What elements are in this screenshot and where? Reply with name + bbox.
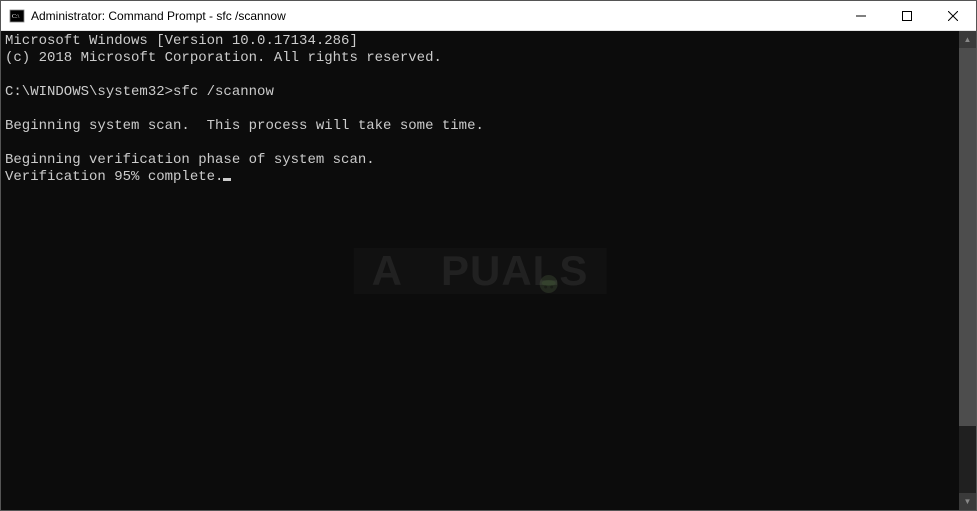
scroll-down-arrow[interactable]: ▼ (959, 493, 976, 510)
window-title: Administrator: Command Prompt - sfc /sca… (31, 9, 286, 23)
terminal-output[interactable]: Microsoft Windows [Version 10.0.17134.28… (1, 31, 959, 510)
line-begin-scan: Beginning system scan. This process will… (5, 118, 484, 134)
vertical-scrollbar[interactable]: ▲ ▼ (959, 31, 976, 510)
line-copyright: (c) 2018 Microsoft Corporation. All righ… (5, 50, 442, 66)
svg-text:C:\: C:\ (12, 14, 20, 20)
minimize-button[interactable] (838, 1, 884, 30)
scroll-thumb[interactable] (959, 48, 976, 426)
maximize-button[interactable] (884, 1, 930, 30)
close-button[interactable] (930, 1, 976, 30)
terminal-area: Microsoft Windows [Version 10.0.17134.28… (1, 31, 976, 510)
watermark-text-right: PUALS (441, 262, 588, 279)
line-verify-pct: Verification 95% complete. (5, 169, 223, 185)
watermark: A PUALS (354, 248, 607, 294)
line-version: Microsoft Windows [Version 10.0.17134.28… (5, 33, 358, 49)
watermark-text-left: A (372, 262, 403, 279)
cmd-window: C:\ Administrator: Command Prompt - sfc … (0, 0, 977, 511)
terminal-cursor (223, 178, 231, 181)
line-prompt-cmd: C:\WINDOWS\system32>sfc /scannow (5, 84, 274, 100)
window-controls (838, 1, 976, 30)
scroll-up-arrow[interactable]: ▲ (959, 31, 976, 48)
scroll-track[interactable] (959, 48, 976, 493)
titlebar[interactable]: C:\ Administrator: Command Prompt - sfc … (1, 1, 976, 31)
watermark-avatar-icon (405, 254, 439, 288)
cmd-icon: C:\ (9, 8, 25, 24)
line-begin-verify: Beginning verification phase of system s… (5, 152, 375, 168)
